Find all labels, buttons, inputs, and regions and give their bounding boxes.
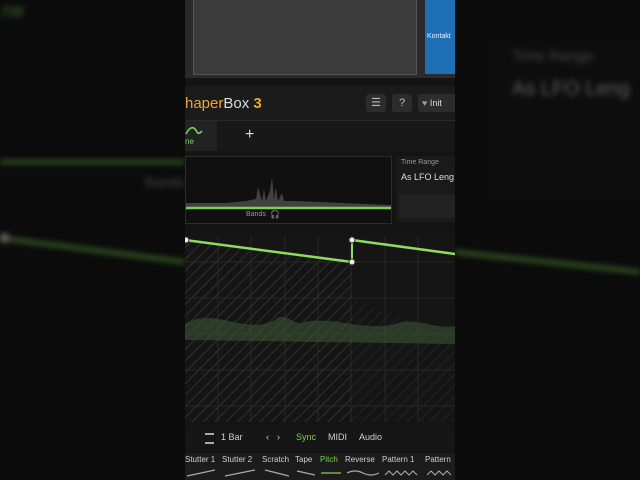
preset-selector[interactable]: ♥ Init [418, 94, 455, 112]
preset-stutter-2[interactable]: Stutter 2 [222, 455, 252, 464]
preset-reverse[interactable]: Reverse [345, 455, 375, 464]
brand-logo: haperBox 3 [185, 95, 262, 112]
shaperbox-window: Kontakt haperBox 3 ☰ ? ♥ Init ne + Bands… [185, 0, 455, 480]
menu-button[interactable]: ☰ [366, 94, 386, 112]
preset-pattern[interactable]: Pattern [425, 455, 451, 464]
brand-version: 3 [253, 95, 262, 112]
menu-icon: ☰ [371, 97, 381, 109]
add-shaper-button[interactable]: + [245, 126, 254, 144]
audio-mode-button[interactable]: Audio [359, 432, 382, 442]
help-icon: ? [398, 97, 406, 109]
preset-bar: Stutter 1 Stutter 2 Scratch Tape Pitch R… [185, 453, 455, 480]
midi-mode-button[interactable]: MIDI [328, 432, 347, 442]
envelope-canvas[interactable] [185, 236, 455, 422]
bands-label: Bands [246, 211, 266, 218]
time-range-label: Time Range [401, 159, 439, 166]
headphones-icon[interactable]: 🎧 [270, 210, 280, 219]
bottom-toolbar: 1 Bar ‹ › Sync MIDI Audio [185, 425, 455, 451]
tab-active-shaper[interactable]: ne [185, 121, 217, 151]
sync-mode-button[interactable]: Sync [296, 432, 316, 442]
length-icon [205, 433, 214, 444]
kontakt-label: Kontakt [427, 33, 451, 40]
preset-stutter-1[interactable]: Stutter 1 [185, 455, 215, 464]
preset-scratch[interactable]: Scratch [262, 455, 289, 464]
wave-icon [185, 126, 203, 135]
shaper-tabs: ne + [185, 121, 455, 151]
envelope-editor[interactable] [185, 236, 455, 422]
preset-thumbnails [186, 469, 452, 477]
preset-name: Init [429, 98, 442, 108]
length-selector[interactable]: 1 Bar [221, 432, 243, 442]
heart-icon: ♥ [422, 98, 428, 108]
tab-active-label: ne [185, 137, 194, 146]
preset-pattern-1[interactable]: Pattern 1 [382, 455, 414, 464]
help-button[interactable]: ? [392, 94, 412, 112]
time-range-panel[interactable]: Time Range As LFO Leng [396, 156, 455, 222]
spectrum-display [186, 177, 391, 210]
bands-panel[interactable]: Bands 🎧 [185, 156, 392, 224]
preset-pitch[interactable]: Pitch [320, 455, 338, 464]
plugin-header: haperBox 3 ☰ ? ♥ Init [185, 86, 455, 121]
preset-tape[interactable]: Tape [295, 455, 312, 464]
next-length-button[interactable]: › [277, 432, 280, 442]
prev-length-button[interactable]: ‹ [266, 432, 269, 442]
time-range-value[interactable]: As LFO Leng [401, 172, 454, 182]
brand-name-part2: Box [223, 95, 250, 112]
time-range-preview [399, 194, 455, 218]
host-daw-area: Kontakt [185, 0, 455, 78]
host-window [193, 0, 417, 75]
brand-name-part1: haper [185, 95, 224, 112]
